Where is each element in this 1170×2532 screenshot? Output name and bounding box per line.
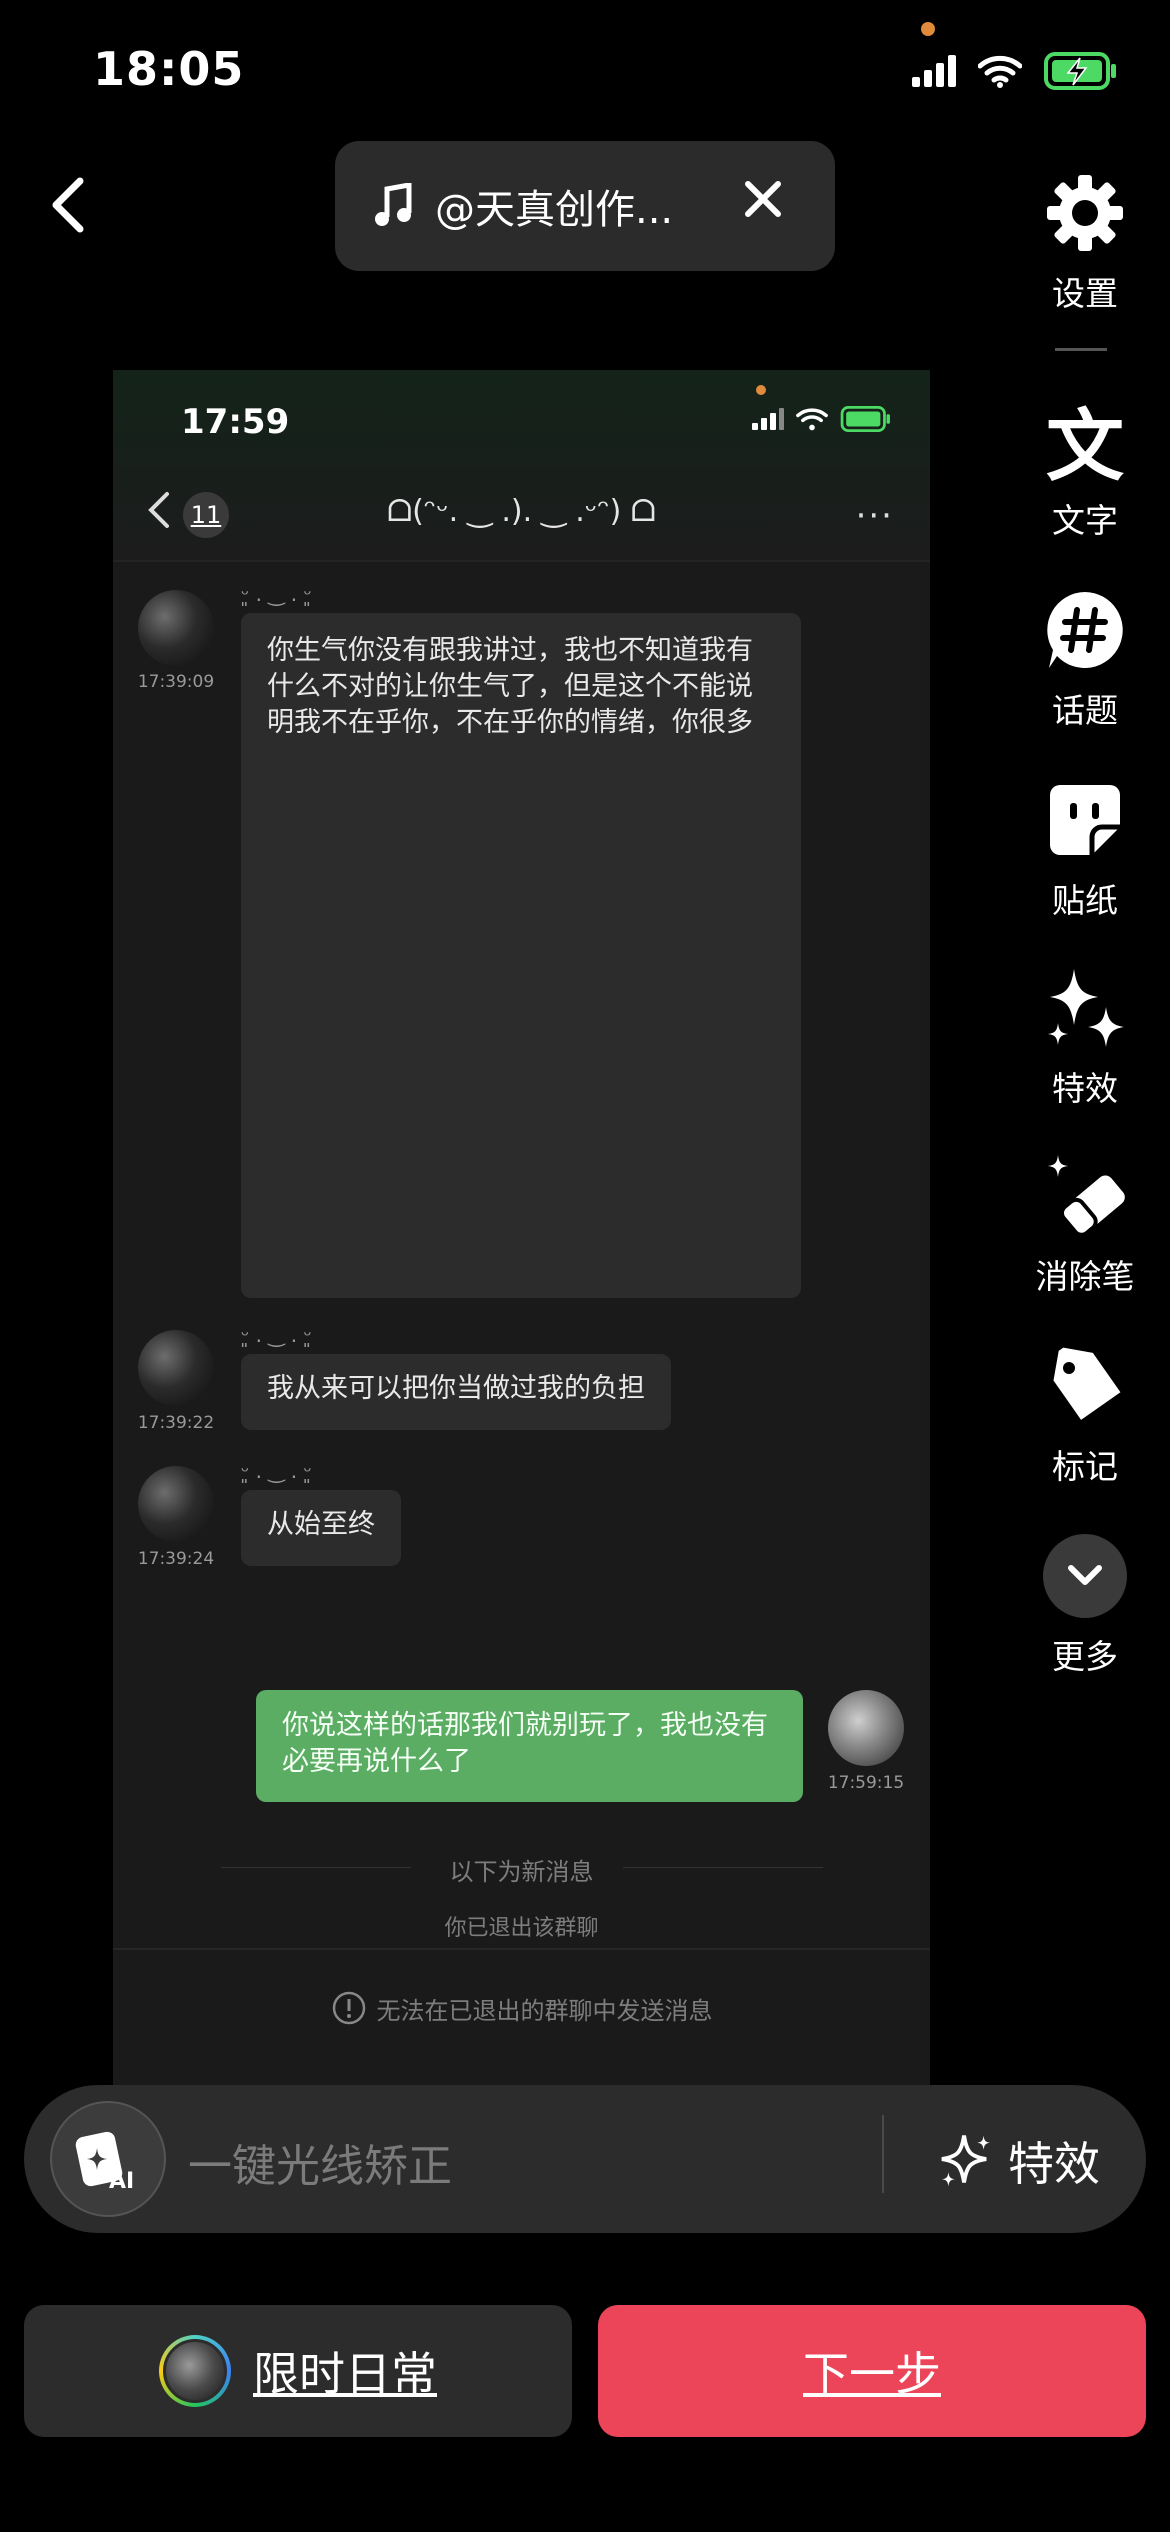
daily-post-label: 限时日常 <box>253 2347 437 2401</box>
hashtag-button[interactable]: 话题 <box>1030 582 1140 732</box>
toolbar-label: 设置 <box>1052 274 1118 313</box>
message-bubble: 你生气你没有跟我讲过，我也不知道我有什么不对的让你生气了，但是这个不能说明我不在… <box>241 613 801 1298</box>
sparkle-icon <box>941 2135 991 2187</box>
divider <box>882 2115 884 2193</box>
toolbar-label: 更多 <box>1052 1637 1118 1676</box>
my-avatar <box>828 1690 904 1766</box>
my-message-bubble: 你说这样的话那我们就别玩了，我也没有必要再说什么了 <box>256 1690 803 1802</box>
media-preview[interactable]: 17:59 11 ᗝ(ᵔᵕ. ‿ .). ‿ .ᵕᵔ) ᗝ ··· 17:39:… <box>113 370 930 2090</box>
preview-status-icons <box>752 406 892 432</box>
effects-button[interactable]: 特效 <box>1030 960 1140 1110</box>
status-icons <box>912 52 1118 90</box>
text-icon: 文 <box>1045 402 1124 492</box>
message-time: 17:39:22 <box>137 1413 215 1433</box>
music-label: @天真创作... <box>435 187 674 233</box>
message-text: 我从来可以把你当做过我的负担 <box>267 1373 645 1404</box>
toolbar-label: 标记 <box>1052 1447 1118 1486</box>
ai-icon: AI <box>75 2131 134 2194</box>
tag-button[interactable]: 标记 <box>1030 1338 1140 1488</box>
sender-name: ᵕ͈ . ‿ . ᵕ͈ <box>241 582 312 606</box>
signal-icon <box>752 408 784 430</box>
message-time: 17:59:15 <box>827 1773 905 1793</box>
camera-indicator <box>756 385 766 395</box>
battery-icon <box>840 406 890 432</box>
info-icon <box>332 1991 365 2025</box>
avatar <box>138 1466 214 1542</box>
settings-button[interactable]: 设置 <box>1030 165 1140 315</box>
daily-post-button[interactable]: 限时日常 <box>24 2305 572 2437</box>
avatar <box>138 1330 214 1406</box>
chevron-left-icon <box>52 177 84 233</box>
sticker-icon <box>1050 785 1120 855</box>
toolbar-label: 贴纸 <box>1052 881 1118 920</box>
more-button[interactable]: 更多 <box>1030 1528 1140 1678</box>
preview-header-bg <box>113 370 930 560</box>
sender-name: ᵕ͈ . ‿ . ᵕ͈ <box>241 1459 312 1483</box>
camera-indicator <box>921 22 935 36</box>
close-icon[interactable] <box>743 179 783 219</box>
left-group-notice: 你已退出该群聊 <box>444 1916 599 1941</box>
battery-icon <box>1044 52 1116 90</box>
avatar <box>138 590 214 666</box>
message-text: 你说这样的话那我们就别玩了，我也没有必要再说什么了 <box>282 1710 768 1777</box>
eraser-button[interactable]: 消除笔 <box>1030 1148 1140 1298</box>
header-divider <box>113 560 930 562</box>
more-icon: ··· <box>855 496 894 536</box>
text-button[interactable]: 文 文字 <box>1030 392 1140 542</box>
message-bubble: 从始至终 <box>241 1490 401 1566</box>
tag-icon <box>1053 1347 1121 1420</box>
cannot-send-row: 无法在已退出的群聊中发送消息 <box>113 1990 930 2026</box>
toolbar-label: 消除笔 <box>1035 1257 1135 1296</box>
chevron-down-icon <box>1068 1565 1102 1585</box>
ai-button[interactable]: AI <box>50 2101 166 2217</box>
avatar <box>159 2335 231 2407</box>
new-messages-divider: 以下为新消息 <box>449 1858 594 1886</box>
input-divider <box>113 1948 930 1950</box>
effects-shortcut-button[interactable]: 特效 <box>938 2128 1100 2194</box>
back-button[interactable] <box>48 175 98 235</box>
message-text: 从始至终 <box>267 1509 375 1540</box>
gear-icon <box>1047 175 1123 251</box>
message-time: 17:39:09 <box>137 672 215 692</box>
preview-status-time: 17:59 <box>181 402 290 442</box>
cannot-send-notice: 无法在已退出的群聊中发送消息 <box>376 1996 713 2025</box>
sender-name: ᵕ͈ . ‿ . ᵕ͈ <box>241 1323 312 1347</box>
sparkle-icon <box>1048 969 1124 1047</box>
divider-line <box>623 1867 823 1868</box>
sticker-button[interactable]: 贴纸 <box>1030 772 1140 922</box>
toolbar-divider <box>1055 348 1107 351</box>
next-step-button[interactable]: 下一步 <box>598 2305 1146 2437</box>
toolbar-label: 特效 <box>1052 1069 1118 1108</box>
signal-icon <box>912 55 956 87</box>
wifi-icon <box>796 408 828 431</box>
wifi-icon <box>978 55 1022 88</box>
message-bubble: 我从来可以把你当做过我的负担 <box>241 1354 671 1430</box>
ai-enhance-placeholder[interactable]: 一键光线矫正 <box>188 2130 452 2194</box>
chat-title: ᗝ(ᵔᵕ. ‿ .). ‿ .ᵕᵔ) ᗝ <box>387 494 656 529</box>
music-selector[interactable]: @天真创作... <box>335 141 835 271</box>
effects-shortcut-label: 特效 <box>1008 2137 1100 2191</box>
next-step-label: 下一步 <box>803 2347 941 2401</box>
eraser-icon <box>1048 1155 1125 1237</box>
message-time: 17:39:24 <box>137 1549 215 1569</box>
toolbar-label: 文字 <box>1052 501 1118 540</box>
svg-text:AI: AI <box>109 2169 134 2194</box>
hashtag-icon <box>1047 592 1123 668</box>
status-time: 18:05 <box>93 42 245 96</box>
music-note-icon <box>375 183 412 226</box>
message-text: 你生气你没有跟我讲过，我也不知道我有什么不对的让你生气了，但是这个不能说明我不在… <box>267 635 753 738</box>
toolbar-label: 话题 <box>1052 691 1118 730</box>
